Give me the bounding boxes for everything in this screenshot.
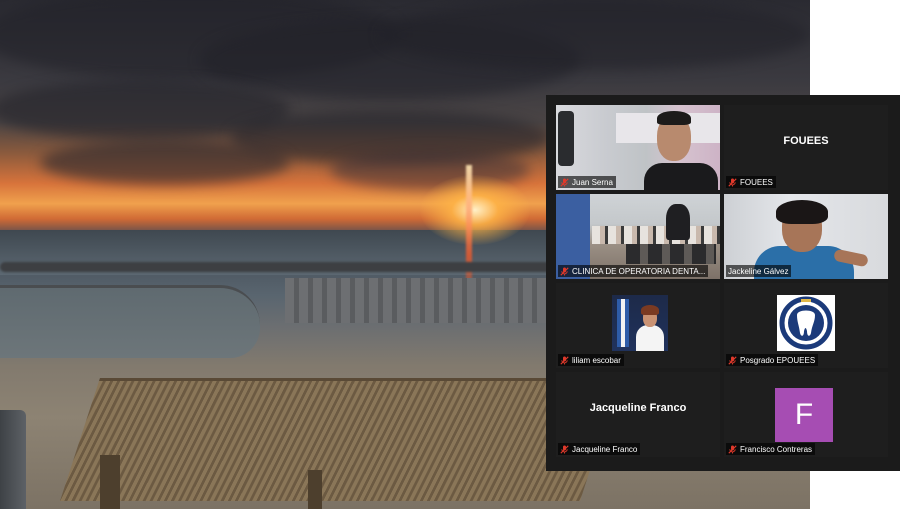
person-standing — [666, 204, 690, 240]
avatar: F — [775, 388, 833, 442]
participant-name: Francisco Contreras — [740, 444, 813, 454]
person-torso — [636, 325, 664, 351]
participant-name: Jackeline Gálvez — [728, 266, 789, 276]
participant-tile[interactable]: liliam escobar — [556, 283, 720, 368]
person-hair — [641, 305, 659, 315]
participant-tile[interactable]: Juan Serna — [556, 105, 720, 190]
cloud — [380, 0, 810, 70]
participant-name: Posgrado EPOUEES — [740, 355, 816, 365]
participant-tile-active-speaker[interactable]: Jackeline Gálvez — [724, 194, 888, 279]
participant-name: Jacqueline Franco — [572, 444, 638, 454]
participant-tile[interactable]: FOUEES FOUEES — [724, 105, 888, 190]
dental-chairs — [626, 244, 716, 264]
participant-tile[interactable]: Jacqueline Franco Jacqueline Franco — [556, 372, 720, 457]
participant-name-label: Francisco Contreras — [726, 443, 816, 455]
camera-tripod — [558, 111, 574, 166]
video-gallery-panel: Juan Serna FOUEES FOUEES CLINICA DE OPER… — [546, 95, 900, 471]
participant-center-name: Jacqueline Franco — [589, 401, 687, 414]
person-torso — [644, 163, 718, 190]
participant-name: liliam escobar — [572, 355, 621, 365]
participant-name: FOUEES — [740, 177, 773, 187]
participant-name-label: FOUEES — [726, 176, 776, 188]
wooden-post — [100, 455, 120, 509]
participant-name: Juan Serna — [572, 177, 613, 187]
participant-tile[interactable]: F Francisco Contreras — [724, 372, 888, 457]
cloud — [40, 140, 290, 185]
stone-pillar — [0, 410, 26, 509]
profile-photo — [612, 295, 668, 351]
mic-muted-icon — [728, 355, 737, 365]
participant-name-label: Posgrado EPOUEES — [726, 354, 819, 366]
organization-logo — [777, 295, 835, 351]
participant-name-label: liliam escobar — [558, 354, 624, 366]
participant-name-label: CLINICA DE OPERATORIA DENTA... — [558, 265, 709, 277]
person-hair — [776, 200, 828, 224]
sun — [420, 175, 530, 245]
breakwater-rocks — [0, 262, 560, 272]
participant-center-name: FOUEES — [783, 134, 829, 147]
flag — [617, 299, 629, 347]
seawall — [285, 278, 555, 323]
person-hair — [657, 111, 691, 125]
participant-tile[interactable]: CLINICA DE OPERATORIA DENTA... — [556, 194, 720, 279]
mic-muted-icon — [560, 266, 569, 276]
mic-muted-icon — [728, 444, 737, 454]
participant-tile[interactable]: Posgrado EPOUEES — [724, 283, 888, 368]
mic-muted-icon — [560, 355, 569, 365]
participant-name-label: Jackeline Gálvez — [726, 265, 792, 277]
participant-name-label: Jacqueline Franco — [558, 443, 641, 455]
participant-name-label: Juan Serna — [558, 176, 616, 188]
bamboo-roof — [60, 378, 620, 501]
wooden-post — [308, 470, 322, 509]
mic-muted-icon — [560, 444, 569, 454]
participant-name: CLINICA DE OPERATORIA DENTA... — [572, 266, 706, 276]
mic-muted-icon — [560, 177, 569, 187]
mic-muted-icon — [728, 177, 737, 187]
tidal-pool — [0, 285, 260, 358]
classroom-students — [592, 226, 720, 244]
